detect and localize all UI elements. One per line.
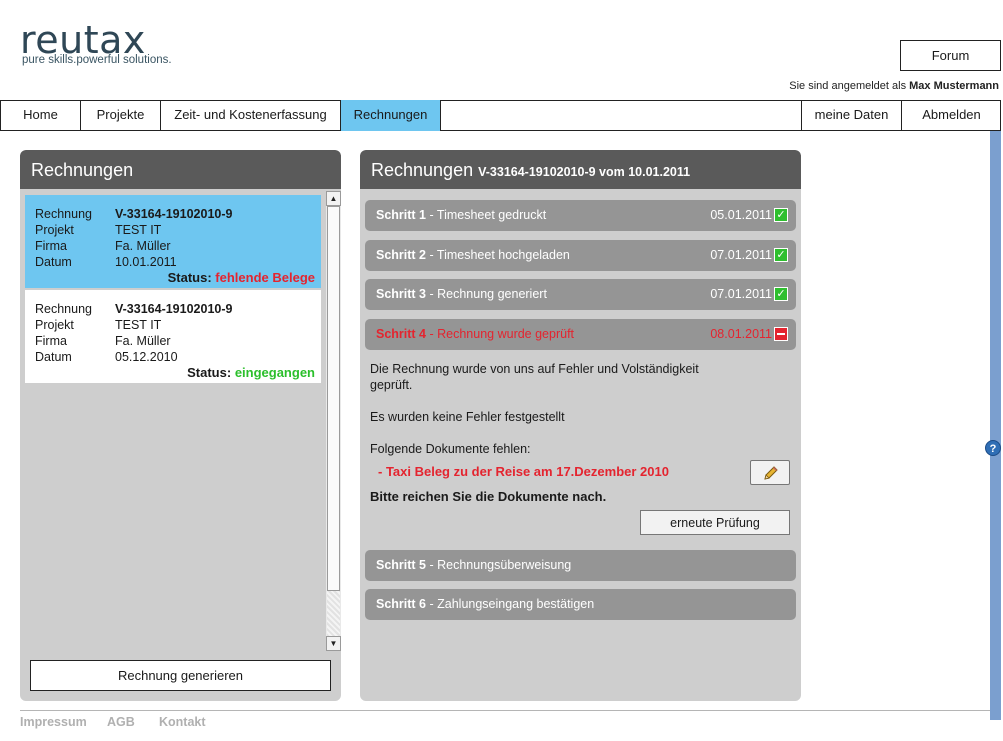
nav-invoices[interactable]: Rechnungen (341, 100, 441, 131)
step-date: 05.01.2011 (710, 208, 772, 222)
step-label: Schritt 1 (376, 208, 427, 222)
missing-doc-item: - Taxi Beleg zu der Reise am 17.Dezember… (378, 464, 669, 479)
step-2[interactable]: Schritt 2 - Timesheet hochgeladen 07.01.… (365, 240, 796, 271)
check-description-line2: geprüft. (370, 378, 413, 392)
recheck-button[interactable]: erneute Prüfung (640, 510, 790, 535)
logo-tagline: pure skills.powerful solutions. (22, 54, 172, 66)
step-label: Schritt 4 (376, 327, 427, 341)
step-text: - Timesheet gedruckt (426, 208, 547, 222)
step-4[interactable]: Schritt 4 - Rechnung wurde geprüft 08.01… (365, 319, 796, 350)
invoice-list: Rechnung V-33164-19102010-9 Projekt TEST I… (24, 193, 322, 701)
footer-agb-link[interactable]: AGB (107, 715, 135, 729)
status-value-received: eingegangen (234, 365, 315, 380)
check-description: Die Rechnung wurde von uns auf Fehler un… (370, 361, 699, 393)
status-value-missing: fehlende Belege (215, 270, 315, 285)
status-label: Status: (187, 365, 232, 380)
footer-impressum-link[interactable]: Impressum (20, 715, 87, 729)
invoice-label: Rechnung (35, 302, 92, 316)
checkmark-icon: ✓ (774, 208, 788, 222)
step-label: Schritt 2 (376, 248, 427, 262)
nav-my-data[interactable]: meine Daten (801, 100, 901, 131)
invoice-list-scrollbar[interactable]: ▲ ▼ (326, 191, 341, 651)
detail-subtitle: V-33164-19102010-9 vom 10.01.2011 (478, 165, 691, 179)
checkmark-icon: ✓ (774, 248, 788, 262)
error-minus-icon (774, 327, 788, 341)
invoice-number: V-33164-19102010-9 (115, 207, 233, 221)
step-date: 07.01.2011 (710, 248, 772, 262)
company-label: Firma (35, 334, 67, 348)
nav-home[interactable]: Home (1, 100, 81, 131)
nav-projects[interactable]: Projekte (81, 100, 161, 131)
step-3[interactable]: Schritt 3 - Rechnung generiert 07.01.201… (365, 279, 796, 310)
help-icon[interactable]: ? (985, 440, 1001, 456)
project-label: Projekt (35, 318, 74, 332)
invoice-label: Rechnung (35, 207, 92, 221)
page-scroll-rail[interactable] (990, 131, 1001, 720)
invoice-company: Fa. Müller (115, 334, 171, 348)
invoice-project: TEST IT (115, 223, 162, 237)
scroll-up-icon[interactable]: ▲ (326, 191, 341, 206)
scroll-down-icon[interactable]: ▼ (326, 636, 341, 651)
checkmark-icon: ✓ (774, 287, 788, 301)
step-text: - Rechnung wurde geprüft (426, 327, 575, 341)
no-errors-text: Es wurden keine Fehler festgestellt (370, 410, 565, 424)
nav-time-tracking[interactable]: Zeit- und Kostenerfassung (161, 100, 341, 131)
edit-button[interactable] (750, 460, 790, 485)
step-label: Schritt 6 (376, 597, 427, 611)
check-description-line1: Die Rechnung wurde von uns auf Fehler un… (370, 362, 699, 376)
missing-docs-heading: Folgende Dokumente fehlen: (370, 442, 531, 456)
invoice-company: Fa. Müller (115, 239, 171, 253)
step-text: - Rechnung generiert (426, 287, 547, 301)
forum-button[interactable]: Forum (900, 40, 1001, 71)
scroll-track[interactable] (327, 591, 340, 636)
step-date: 08.01.2011 (710, 327, 772, 341)
footer-divider (20, 710, 990, 711)
detail-title: Rechnungen (371, 160, 474, 180)
scroll-thumb[interactable] (327, 206, 340, 591)
step-6[interactable]: Schritt 6 - Zahlungseingang bestätigen (365, 589, 796, 620)
invoice-card[interactable]: Rechnung V-33164-19102010-9 Projekt TEST I… (25, 290, 321, 383)
step-text: - Timesheet hochgeladen (426, 248, 570, 262)
date-label: Datum (35, 255, 72, 269)
main-nav: Home Projekte Zeit- und Kostenerfassung … (0, 100, 1001, 131)
login-user: Max Mustermann (909, 80, 999, 92)
invoice-list-title: Rechnungen (20, 150, 341, 189)
company-label: Firma (35, 239, 67, 253)
invoice-project: TEST IT (115, 318, 162, 332)
date-label: Datum (35, 350, 72, 364)
step-1[interactable]: Schritt 1 - Timesheet gedruckt 05.01.201… (365, 200, 796, 231)
invoice-number: V-33164-19102010-9 (115, 302, 233, 316)
project-label: Projekt (35, 223, 74, 237)
step-text: - Rechnungsüberweisung (426, 558, 572, 572)
invoice-list-panel: Rechnungen Rechnung V-33164-19102010-9 Pr… (20, 150, 341, 701)
status-label: Status: (167, 270, 212, 285)
nav-logout[interactable]: Abmelden (901, 100, 1001, 131)
invoice-date: 05.12.2010 (115, 350, 178, 364)
reutax-logo[interactable]: reutax pure skills.powerful solutions. (20, 18, 194, 74)
footer-contact-link[interactable]: Kontakt (159, 715, 206, 729)
login-prefix: Sie sind angemeldet als (789, 80, 907, 92)
invoice-status: Status: eingegangen (187, 365, 315, 380)
invoice-status: Status: fehlende Belege (168, 270, 315, 285)
step-label: Schritt 5 (376, 558, 427, 572)
resubmit-request: Bitte reichen Sie die Dokumente nach. (370, 489, 607, 504)
step-text: - Zahlungseingang bestätigen (426, 597, 595, 611)
logo-wordmark: reutax (20, 18, 146, 62)
generate-invoice-button[interactable]: Rechnung generieren (30, 660, 331, 691)
invoice-detail-panel: Rechnungen V-33164-19102010-9 vom 10.01.… (360, 150, 801, 701)
invoice-date: 10.01.2011 (115, 255, 177, 269)
step-date: 07.01.2011 (710, 287, 772, 301)
invoice-detail-title: Rechnungen V-33164-19102010-9 vom 10.01.… (360, 150, 801, 189)
invoice-card-selected[interactable]: Rechnung V-33164-19102010-9 Projekt TEST I… (25, 195, 321, 288)
pencil-icon (764, 466, 778, 480)
step-5[interactable]: Schritt 5 - Rechnungsüberweisung (365, 550, 796, 581)
step-label: Schritt 3 (376, 287, 427, 301)
login-info: Sie sind angemeldet als Max Mustermann (789, 80, 999, 92)
